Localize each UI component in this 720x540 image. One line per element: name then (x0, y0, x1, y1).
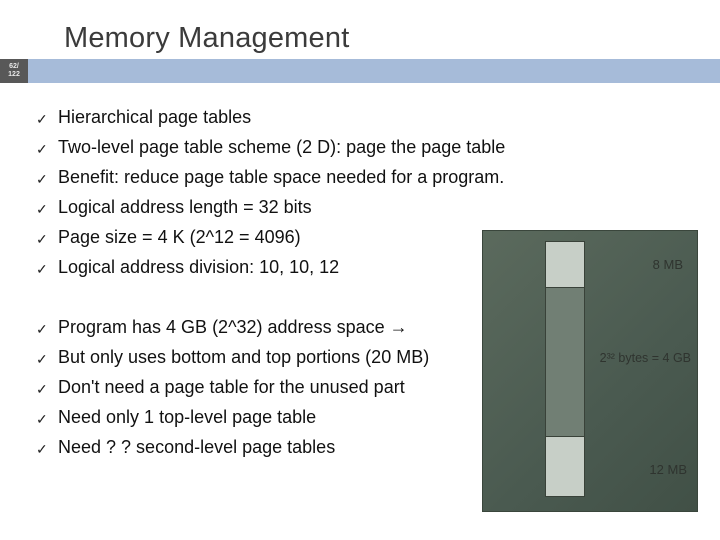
page-number-bottom: 122 (8, 71, 20, 79)
list-item: ✓Benefit: reduce page table space needed… (36, 163, 700, 193)
bullet-text: Need ? ? second-level page tables (58, 433, 335, 461)
list-item: ✓Hierarchical page tables (36, 103, 700, 133)
diagram-label-mid: 2³² bytes = 4 GB (600, 351, 691, 365)
bullet-text: Need only 1 top-level page table (58, 403, 316, 431)
memory-segment-top (546, 242, 584, 288)
slide: Memory Management 62/ 122 ✓Hierarchical … (0, 0, 720, 540)
accent-bar (28, 59, 720, 83)
memory-segment-bottom (546, 436, 584, 496)
check-icon: ✓ (36, 373, 58, 403)
page-title: Memory Management (64, 22, 720, 55)
memory-diagram: 8 MB 2³² bytes = 4 GB 12 MB (482, 230, 698, 512)
check-icon: ✓ (36, 313, 58, 343)
page-number-chip: 62/ 122 (0, 59, 28, 83)
bullet-text: Logical address division: 10, 10, 12 (58, 253, 339, 281)
check-icon: ✓ (36, 433, 58, 463)
check-icon: ✓ (36, 133, 58, 163)
check-icon: ✓ (36, 253, 58, 283)
list-item: ✓Two-level page table scheme (2 D): page… (36, 133, 700, 163)
memory-bar (545, 241, 585, 497)
bullet-text: Logical address length = 32 bits (58, 193, 312, 221)
check-icon: ✓ (36, 103, 58, 133)
bullet-text: Page size = 4 K (2^12 = 4096) (58, 223, 301, 251)
list-item: ✓Logical address length = 32 bits (36, 193, 700, 223)
check-icon: ✓ (36, 193, 58, 223)
bullet-text: Hierarchical page tables (58, 103, 251, 131)
bullet-text: Don't need a page table for the unused p… (58, 373, 405, 401)
diagram-label-bot: 12 MB (649, 462, 687, 477)
bullet-text: Two-level page table scheme (2 D): page … (58, 133, 505, 161)
bullet-text: Program has 4 GB (2^32) address space → (58, 313, 408, 341)
diagram-label-top: 8 MB (653, 257, 683, 272)
bullet-text: But only uses bottom and top portions (2… (58, 343, 429, 371)
check-icon: ✓ (36, 223, 58, 253)
check-icon: ✓ (36, 163, 58, 193)
page-number-top: 62/ (9, 63, 19, 71)
header-stripe: 62/ 122 (0, 59, 720, 83)
check-icon: ✓ (36, 403, 58, 433)
check-icon: ✓ (36, 343, 58, 373)
bullet-text: Benefit: reduce page table space needed … (58, 163, 504, 191)
